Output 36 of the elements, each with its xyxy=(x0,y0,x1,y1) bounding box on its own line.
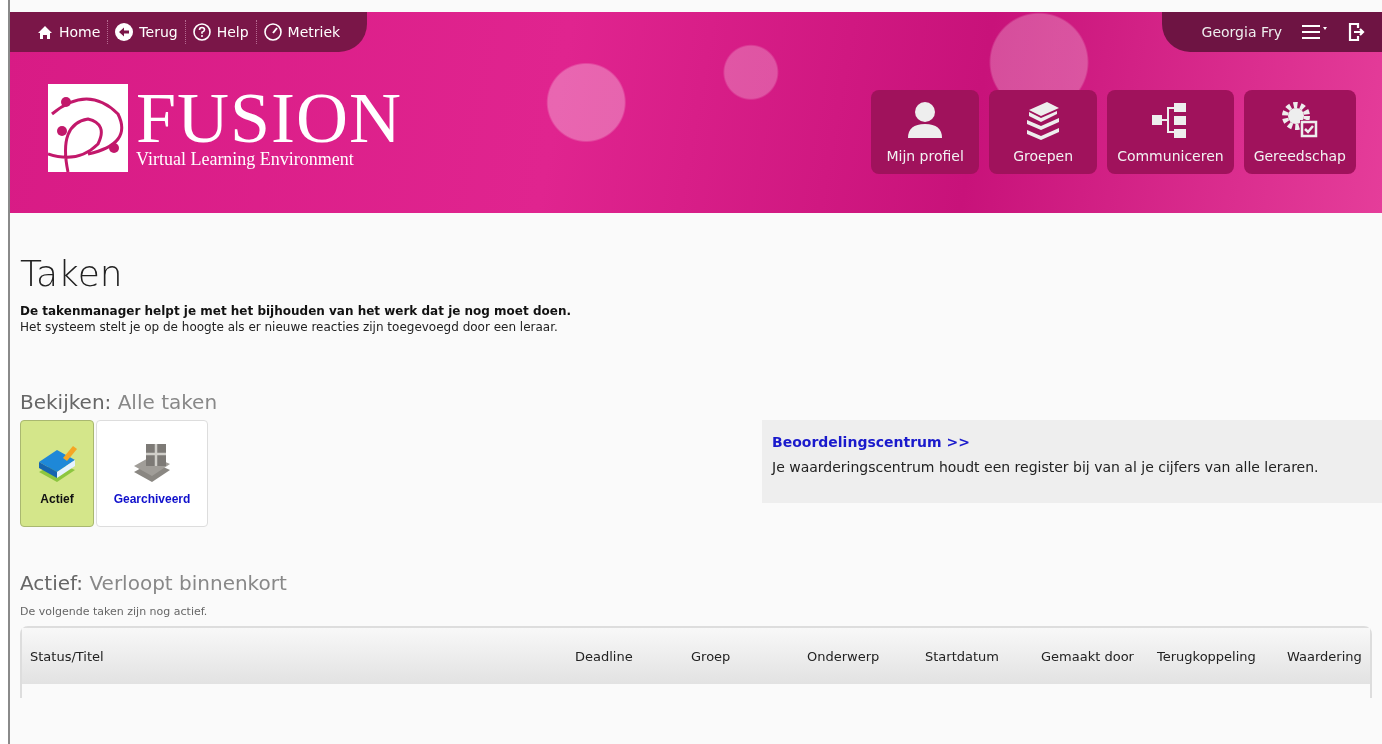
help-icon xyxy=(192,23,211,41)
logo-subtitle: Virtual Learning Environment xyxy=(136,148,355,170)
nav-link[interactable]: Terug xyxy=(108,20,186,44)
header-menu-button[interactable]: Mijn profiel xyxy=(871,90,980,174)
column-header[interactable]: Onderwerp xyxy=(807,648,925,664)
intro-text: De takenmanager helpt je met het bijhouden van het werk dat je nog moet doen. xyxy=(20,304,572,318)
column-header[interactable]: Terugkoppeling xyxy=(1157,648,1287,664)
section-note: De volgende taken zijn nog actief. xyxy=(20,605,209,618)
section-heading: Actief: Verloopt binnenkort xyxy=(20,571,288,595)
column-header[interactable]: Deadline xyxy=(575,648,691,664)
gear-checklist-icon xyxy=(1279,100,1320,140)
user-name[interactable]: Georgia Fry xyxy=(1201,24,1282,40)
intro-text: Het systeem stelt je op de hoogte als er nieuwe reacties zijn toegevoegd door een leraar. xyxy=(20,320,559,334)
home-icon xyxy=(37,24,53,40)
logo-mark-icon xyxy=(48,84,128,172)
page-title: Taken xyxy=(20,253,124,294)
grades-link[interactable]: Beoordelingscentrum >> xyxy=(772,434,970,450)
gauge-icon xyxy=(263,23,282,41)
column-header[interactable]: Status/Titel xyxy=(30,648,575,664)
header-menu-button[interactable]: Communiceren xyxy=(1107,90,1234,174)
column-header[interactable]: Gemaakt door xyxy=(1041,648,1157,664)
column-header[interactable]: Waardering xyxy=(1287,648,1362,664)
logout-icon[interactable] xyxy=(1348,22,1366,42)
nav-link[interactable]: Metriek xyxy=(256,20,348,44)
header-menu-button[interactable]: Groepen xyxy=(989,90,1098,174)
view-tile[interactable]: Actief xyxy=(20,420,94,527)
column-header[interactable]: Startdatum xyxy=(925,648,1041,664)
grades-description: Je waarderingscentrum houdt een register bij van al je cijfers van alle leraren. xyxy=(772,459,1320,475)
view-tile[interactable]: Gearchiveerd xyxy=(96,420,208,527)
column-header[interactable]: Groep xyxy=(691,648,807,664)
section-heading: Bekijken: Alle taken xyxy=(20,390,219,414)
nav-link[interactable]: Help xyxy=(185,20,257,44)
nav-link[interactable]: Home xyxy=(30,20,109,44)
header-menu-button[interactable]: Gereedschap xyxy=(1243,90,1356,174)
menu-icon[interactable] xyxy=(1302,24,1328,40)
logo-title: FUSION xyxy=(136,86,403,149)
